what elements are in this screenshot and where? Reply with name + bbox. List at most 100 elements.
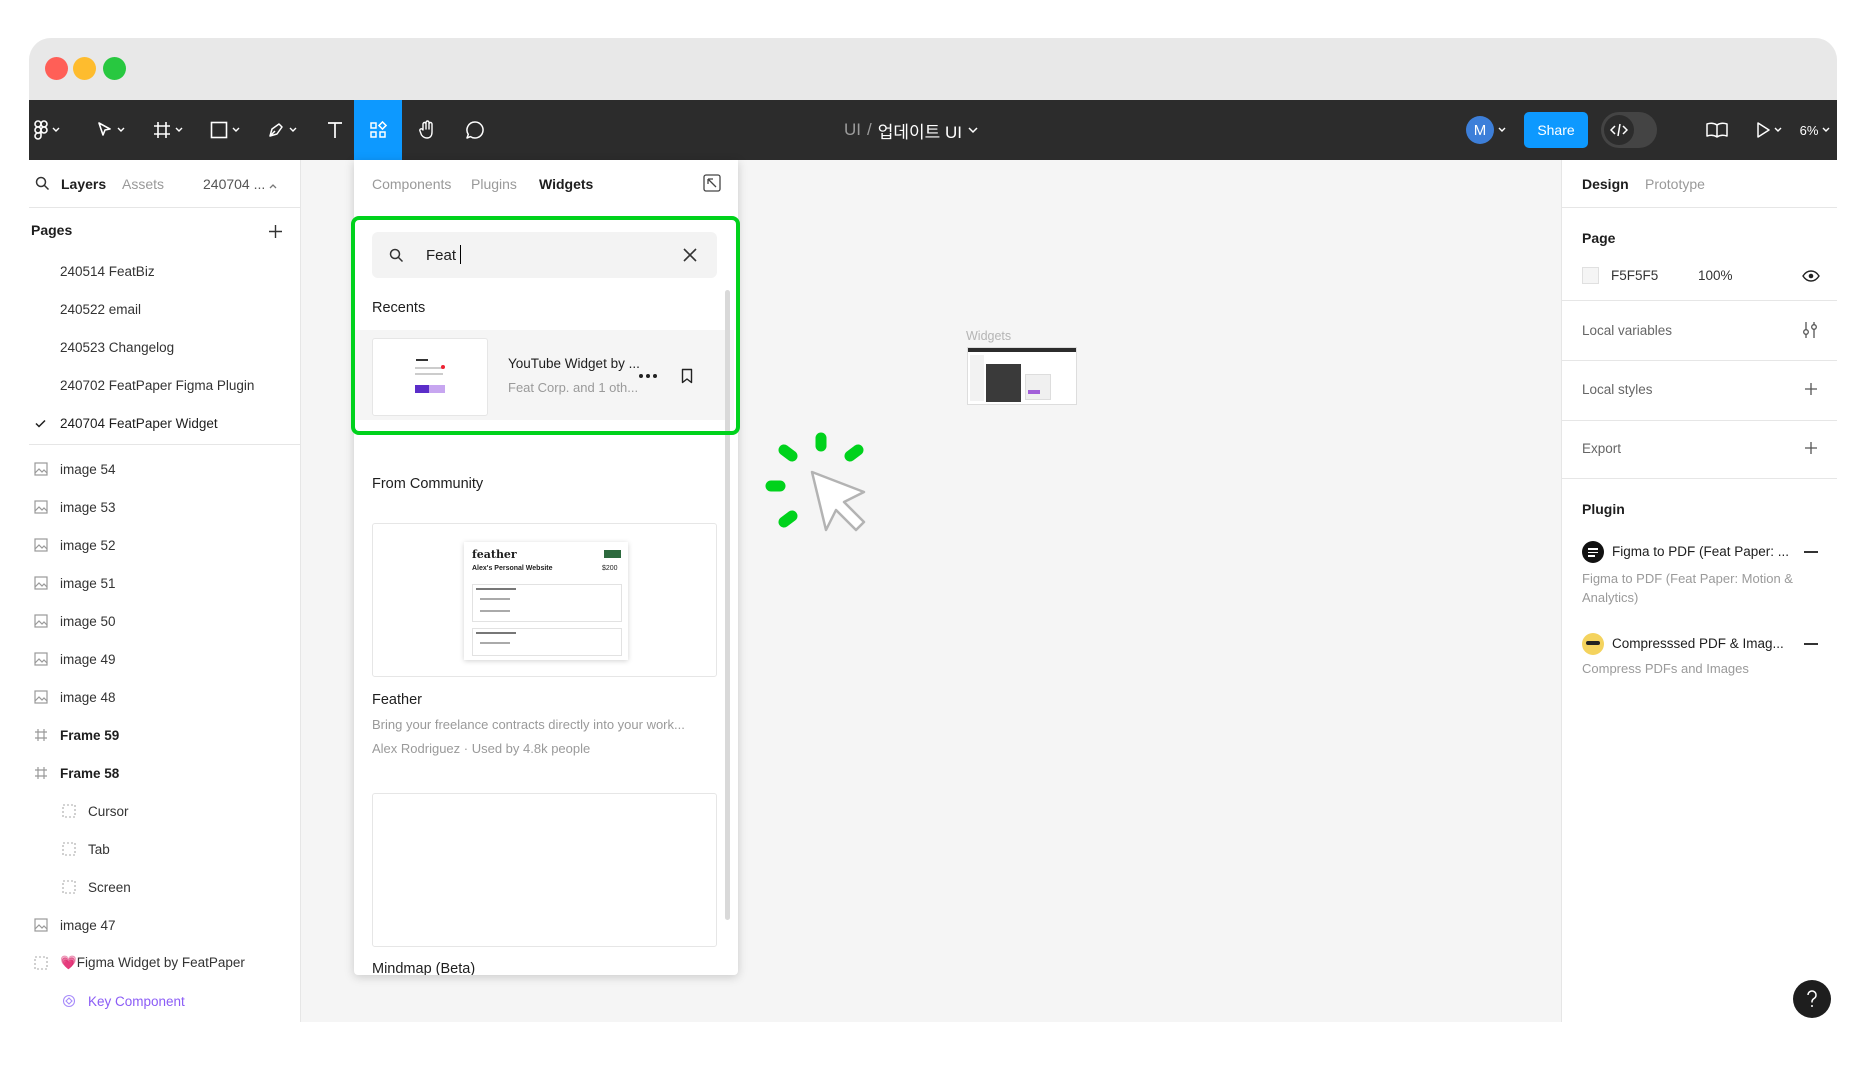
dev-mode-toggle[interactable] — [1601, 112, 1657, 148]
zoom-menu[interactable]: 6% — [1793, 100, 1837, 160]
breadcrumb-project[interactable]: UI — [844, 120, 861, 140]
plus-icon[interactable] — [268, 224, 283, 239]
main-menu-button[interactable] — [29, 100, 65, 160]
frame-tool-button[interactable] — [148, 100, 188, 160]
canvas-widget-frame[interactable] — [967, 347, 1077, 405]
user-avatar-menu[interactable]: M — [1461, 100, 1511, 160]
tab-design[interactable]: Design — [1582, 176, 1629, 192]
layer-row[interactable]: Screen — [29, 868, 301, 906]
layer-row[interactable]: Key Component — [29, 982, 301, 1020]
layer-row[interactable]: Cursor — [29, 792, 301, 830]
search-icon[interactable] — [35, 176, 50, 191]
remove-plugin-icon[interactable] — [1804, 643, 1818, 645]
file-name[interactable]: 업데이트 UI — [878, 118, 962, 143]
plugin-item[interactable]: Figma to PDF (Feat Paper: ... Figma to P… — [1562, 537, 1837, 617]
tab-widgets[interactable]: Widgets — [539, 176, 593, 192]
layer-row[interactable]: image 48 — [29, 678, 301, 716]
image-icon — [34, 614, 48, 628]
page-selector-label: 240704 ... — [203, 176, 266, 192]
frame-thumb-accent — [1028, 390, 1040, 394]
title-bar — [29, 38, 1837, 100]
chevron-down-icon — [232, 127, 240, 132]
page-item-selected[interactable]: 240704 FeatPaper Widget — [29, 404, 301, 442]
layer-row[interactable]: image 54 — [29, 450, 301, 488]
chevron-down-icon — [175, 127, 183, 132]
frame-thumb-sidebar — [970, 355, 984, 401]
collapse-panel-icon[interactable] — [703, 174, 721, 192]
page-item[interactable]: 240514 FeatBiz — [29, 252, 301, 290]
layer-row[interactable]: image 49 — [29, 640, 301, 678]
plugin-name: Compresssed PDF & Imag... — [1612, 636, 1784, 651]
plugin-description: Compress PDFs and Images — [1582, 661, 1749, 676]
move-tool-button[interactable] — [91, 100, 131, 160]
local-styles-section[interactable]: Local styles — [1562, 360, 1837, 420]
community-widget-card[interactable] — [372, 793, 717, 947]
pen-tool-button[interactable] — [262, 100, 302, 160]
page-label: 240702 FeatPaper Figma Plugin — [60, 377, 255, 393]
minimize-window-button[interactable] — [73, 57, 96, 80]
page-color-swatch[interactable] — [1582, 267, 1599, 284]
layer-label: image 48 — [60, 689, 116, 705]
file-title[interactable]: UI / 업데이트 UI — [844, 100, 978, 160]
plus-icon[interactable] — [1804, 382, 1818, 396]
plugin-item[interactable]: Compresssed PDF & Imag... Compress PDFs … — [1562, 629, 1837, 689]
layer-row[interactable]: image 53 — [29, 488, 301, 526]
variables-sliders-icon[interactable] — [1802, 321, 1818, 339]
community-widget-title[interactable]: Feather — [372, 692, 422, 708]
close-window-button[interactable] — [45, 57, 68, 80]
icon-line — [1588, 551, 1598, 554]
layer-row[interactable]: image 52 — [29, 526, 301, 564]
layer-row[interactable]: image 51 — [29, 564, 301, 602]
feather-line — [476, 632, 516, 634]
chevron-down-icon — [117, 127, 125, 132]
page-selector[interactable]: 240704 ... — [203, 176, 277, 192]
eye-icon[interactable] — [1802, 270, 1820, 282]
layer-row[interactable]: 💗Figma Widget by FeatPaper — [29, 944, 301, 982]
checkmark-icon — [35, 419, 46, 428]
local-variables-section[interactable]: Local variables — [1562, 300, 1837, 360]
plugin-title: Plugin — [1582, 501, 1625, 517]
tab-components[interactable]: Components — [372, 176, 451, 192]
feather-badge — [604, 550, 621, 558]
layer-row[interactable]: image 47 — [29, 906, 301, 944]
page-item[interactable]: 240523 Changelog — [29, 328, 301, 366]
tab-plugins[interactable]: Plugins — [471, 176, 517, 192]
layer-row[interactable]: Tab — [29, 830, 301, 868]
rectangle-icon — [210, 121, 228, 139]
present-button[interactable] — [1747, 100, 1791, 160]
tab-assets[interactable]: Assets — [122, 176, 164, 192]
export-section[interactable]: Export — [1562, 420, 1837, 478]
page-color-hex[interactable]: F5F5F5 — [1611, 268, 1658, 283]
breadcrumb-separator: / — [867, 120, 872, 139]
text-tool-button[interactable] — [317, 100, 353, 160]
share-button[interactable]: Share — [1524, 112, 1588, 148]
page-item[interactable]: 240522 email — [29, 290, 301, 328]
layer-row[interactable]: image 50 — [29, 602, 301, 640]
community-widget-card[interactable]: feather Alex's Personal Website $200 — [372, 523, 717, 677]
help-button[interactable] — [1793, 980, 1831, 1018]
chevron-down-icon — [1822, 127, 1830, 132]
community-widget-meta: Alex Rodriguez · Used by 4.8k people — [372, 741, 591, 756]
tab-prototype[interactable]: Prototype — [1645, 176, 1705, 192]
frame-thumb-topbar — [968, 348, 1076, 352]
chevron-down-icon — [1774, 127, 1782, 132]
resources-tool-button[interactable] — [354, 100, 402, 160]
play-icon — [1757, 122, 1770, 138]
hand-tool-button[interactable] — [407, 100, 447, 160]
right-sidebar: Design Prototype Page F5F5F5 100% Local … — [1561, 160, 1837, 1022]
page-color-opacity[interactable]: 100% — [1698, 268, 1733, 283]
zoom-window-button[interactable] — [103, 57, 126, 80]
tab-layers[interactable]: Layers — [61, 176, 106, 192]
layer-row[interactable]: Frame 58 — [29, 754, 301, 792]
layer-row[interactable]: Frame 59 — [29, 716, 301, 754]
comment-tool-button[interactable] — [455, 100, 495, 160]
page-item[interactable]: 240702 FeatPaper Figma Plugin — [29, 366, 301, 404]
library-button[interactable] — [1695, 100, 1739, 160]
shape-tool-button[interactable] — [205, 100, 245, 160]
dashed-frame-icon — [62, 842, 76, 856]
feather-line — [476, 588, 516, 590]
community-widget-title[interactable]: Mindmap (Beta) — [372, 961, 475, 975]
plus-icon[interactable] — [1804, 441, 1818, 455]
remove-plugin-icon[interactable] — [1804, 551, 1818, 553]
divider — [29, 444, 301, 445]
